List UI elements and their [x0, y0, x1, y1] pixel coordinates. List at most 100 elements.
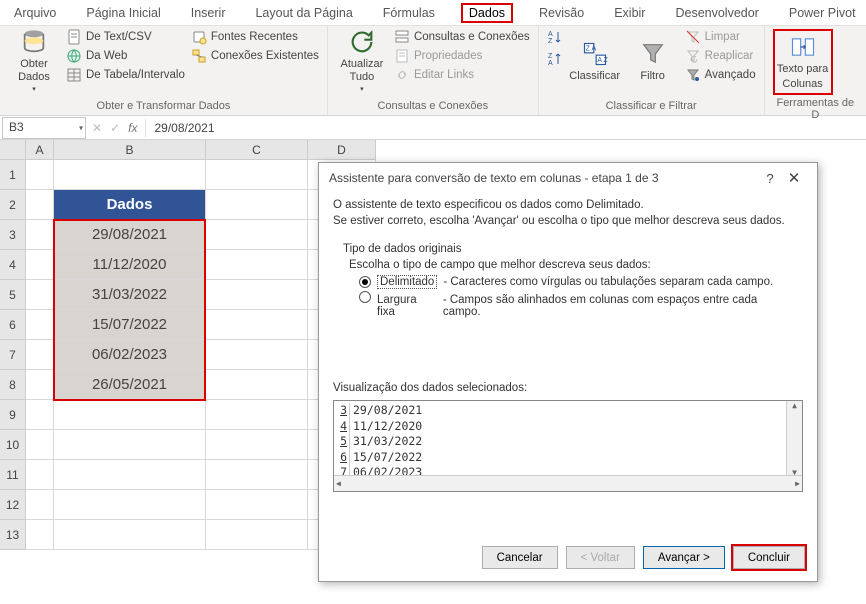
reaplicar-button[interactable]: Reaplicar — [685, 48, 756, 64]
tab-data[interactable]: Dados — [461, 3, 513, 23]
svg-text:A Z: A Z — [597, 57, 608, 64]
tab-review[interactable]: Revisão — [535, 3, 588, 23]
tab-file[interactable]: Arquivo — [10, 3, 60, 23]
sort-desc-button[interactable]: ZA — [547, 51, 563, 67]
row-header[interactable]: 13 — [0, 520, 26, 550]
cancel-button[interactable]: Cancelar — [482, 546, 558, 569]
row-header[interactable]: 3 — [0, 220, 26, 250]
row-header[interactable]: 4 — [0, 250, 26, 280]
dialog-title-bar[interactable]: Assistente para conversão de texto em co… — [319, 163, 817, 193]
tab-powerpivot[interactable]: Power Pivot — [785, 3, 860, 23]
table-cell[interactable]: 26/05/2021 — [54, 370, 206, 400]
editar-links-button[interactable]: Editar Links — [394, 67, 530, 83]
preview-hscroll[interactable]: ◀▶ — [334, 475, 802, 491]
cancel-formula-icon[interactable]: ✕ — [92, 121, 102, 135]
de-text-csv-button[interactable]: De Text/CSV — [66, 29, 185, 45]
limpar-button[interactable]: Limpar — [685, 29, 756, 45]
row-header[interactable]: 2 — [0, 190, 26, 220]
row-header[interactable]: 11 — [0, 460, 26, 490]
col-header-c[interactable]: C — [206, 140, 308, 160]
formula-input[interactable]: 29/08/2021 — [145, 119, 866, 137]
sort-asc-button[interactable]: AZ — [547, 29, 563, 45]
atualizar-tudo-button[interactable]: Atualizar Tudo ▾ — [336, 29, 388, 93]
delimited-radio[interactable] — [359, 276, 371, 288]
da-web-label: Da Web — [86, 50, 127, 62]
formula-bar: B3 ▾ ✕ ✓ fx 29/08/2021 — [0, 116, 866, 140]
row-header[interactable]: 9 — [0, 400, 26, 430]
back-button[interactable]: < Voltar — [566, 546, 635, 569]
col-header-b[interactable]: B — [54, 140, 206, 160]
delimited-radio-desc: - Caracteres como vírgulas ou tabulações… — [443, 276, 773, 288]
tab-insert[interactable]: Inserir — [187, 3, 230, 23]
avancado-label: Avançado — [705, 69, 756, 81]
consultas-conexoes-button[interactable]: Consultas e Conexões — [394, 29, 530, 45]
conexoes-existentes-label: Conexões Existentes — [211, 50, 319, 62]
scroll-left-icon[interactable]: ◀ — [336, 479, 341, 488]
help-icon[interactable]: ? — [759, 171, 781, 186]
filtro-button[interactable]: Filtro — [627, 29, 679, 93]
tab-formulas[interactable]: Fórmulas — [379, 3, 439, 23]
delimited-radio-label[interactable]: Delimitado — [377, 275, 437, 289]
reaplicar-label: Reaplicar — [705, 50, 754, 62]
table-cell[interactable]: 29/08/2021 — [54, 220, 206, 250]
scroll-up-icon[interactable]: ▲ — [792, 401, 797, 410]
chevron-down-icon: ▾ — [360, 86, 364, 94]
row-header[interactable]: 7 — [0, 340, 26, 370]
propriedades-button[interactable]: Propriedades — [394, 48, 530, 64]
svg-text:Z A: Z A — [585, 45, 596, 52]
globe-icon — [66, 48, 82, 64]
preview-label: Visualização dos dados selecionados: — [333, 382, 803, 394]
next-button[interactable]: Avançar > — [643, 546, 725, 569]
table-cell[interactable]: 06/02/2023 — [54, 340, 206, 370]
col-header-a[interactable]: A — [26, 140, 54, 160]
row-header[interactable]: 12 — [0, 490, 26, 520]
col-header-d[interactable]: D — [308, 140, 376, 160]
advanced-filter-icon — [685, 67, 701, 83]
fontes-recentes-button[interactable]: Fontes Recentes — [191, 29, 319, 45]
classificar-button[interactable]: Z AA Z Classificar — [569, 29, 621, 93]
row-header[interactable]: 1 — [0, 160, 26, 190]
chevron-down-icon: ▾ — [32, 86, 36, 94]
preview-row: 329/08/2021 — [338, 403, 798, 419]
original-data-type-fieldset: Tipo de dados originais Escolha o tipo d… — [333, 237, 803, 330]
tab-home[interactable]: Página Inicial — [82, 3, 164, 23]
obter-dados-button[interactable]: Obter Dados ▾ — [8, 29, 60, 93]
texto-para-colunas-button[interactable]: Texto para Colunas — [773, 29, 833, 95]
preview-vscroll[interactable]: ▲▼ — [786, 401, 802, 477]
text-to-columns-wizard-dialog: Assistente para conversão de texto em co… — [318, 162, 818, 582]
insert-function-icon[interactable]: fx — [128, 121, 137, 135]
row-header[interactable]: 10 — [0, 430, 26, 460]
de-tabela-label: De Tabela/Intervalo — [86, 69, 185, 81]
conexoes-existentes-button[interactable]: Conexões Existentes — [191, 48, 319, 64]
da-web-button[interactable]: Da Web — [66, 48, 185, 64]
tab-developer[interactable]: Desenvolvedor — [671, 3, 762, 23]
row-header[interactable]: 8 — [0, 370, 26, 400]
avancado-button[interactable]: Avançado — [685, 67, 756, 83]
limpar-label: Limpar — [705, 31, 740, 43]
table-cell[interactable]: 11/12/2020 — [54, 250, 206, 280]
ribbon-group-data-tools: Texto para Colunas Ferramentas de D — [765, 26, 866, 115]
row-header[interactable]: 6 — [0, 310, 26, 340]
row-header[interactable]: 5 — [0, 280, 26, 310]
fixed-width-radio[interactable] — [359, 291, 371, 303]
fixed-width-radio-label[interactable]: Largura fixa — [377, 294, 437, 318]
ribbon-group-sort-filter: AZ ZA Z AA Z Classificar Filtro Limpar — [539, 26, 765, 115]
de-tabela-button[interactable]: De Tabela/Intervalo — [66, 67, 185, 83]
file-text-icon — [66, 29, 82, 45]
tab-layout[interactable]: Layout da Página — [251, 3, 356, 23]
table-cell[interactable]: 15/07/2022 — [54, 310, 206, 340]
tab-view[interactable]: Exibir — [610, 3, 649, 23]
name-box[interactable]: B3 ▾ — [2, 117, 86, 139]
sort-icon: Z AA Z — [581, 40, 609, 68]
scroll-right-icon[interactable]: ▶ — [795, 479, 800, 488]
de-text-csv-label: De Text/CSV — [86, 31, 152, 43]
texto-para-colunas-label2: Colunas — [782, 78, 822, 91]
properties-icon — [394, 48, 410, 64]
table-header[interactable]: Dados — [54, 190, 206, 220]
table-cell[interactable]: 31/03/2022 — [54, 280, 206, 310]
close-icon[interactable]: ✕ — [781, 169, 807, 187]
accept-formula-icon[interactable]: ✓ — [110, 121, 120, 135]
finish-button[interactable]: Concluir — [733, 546, 805, 569]
select-all-corner[interactable] — [0, 140, 26, 160]
chevron-down-icon[interactable]: ▾ — [79, 123, 83, 132]
